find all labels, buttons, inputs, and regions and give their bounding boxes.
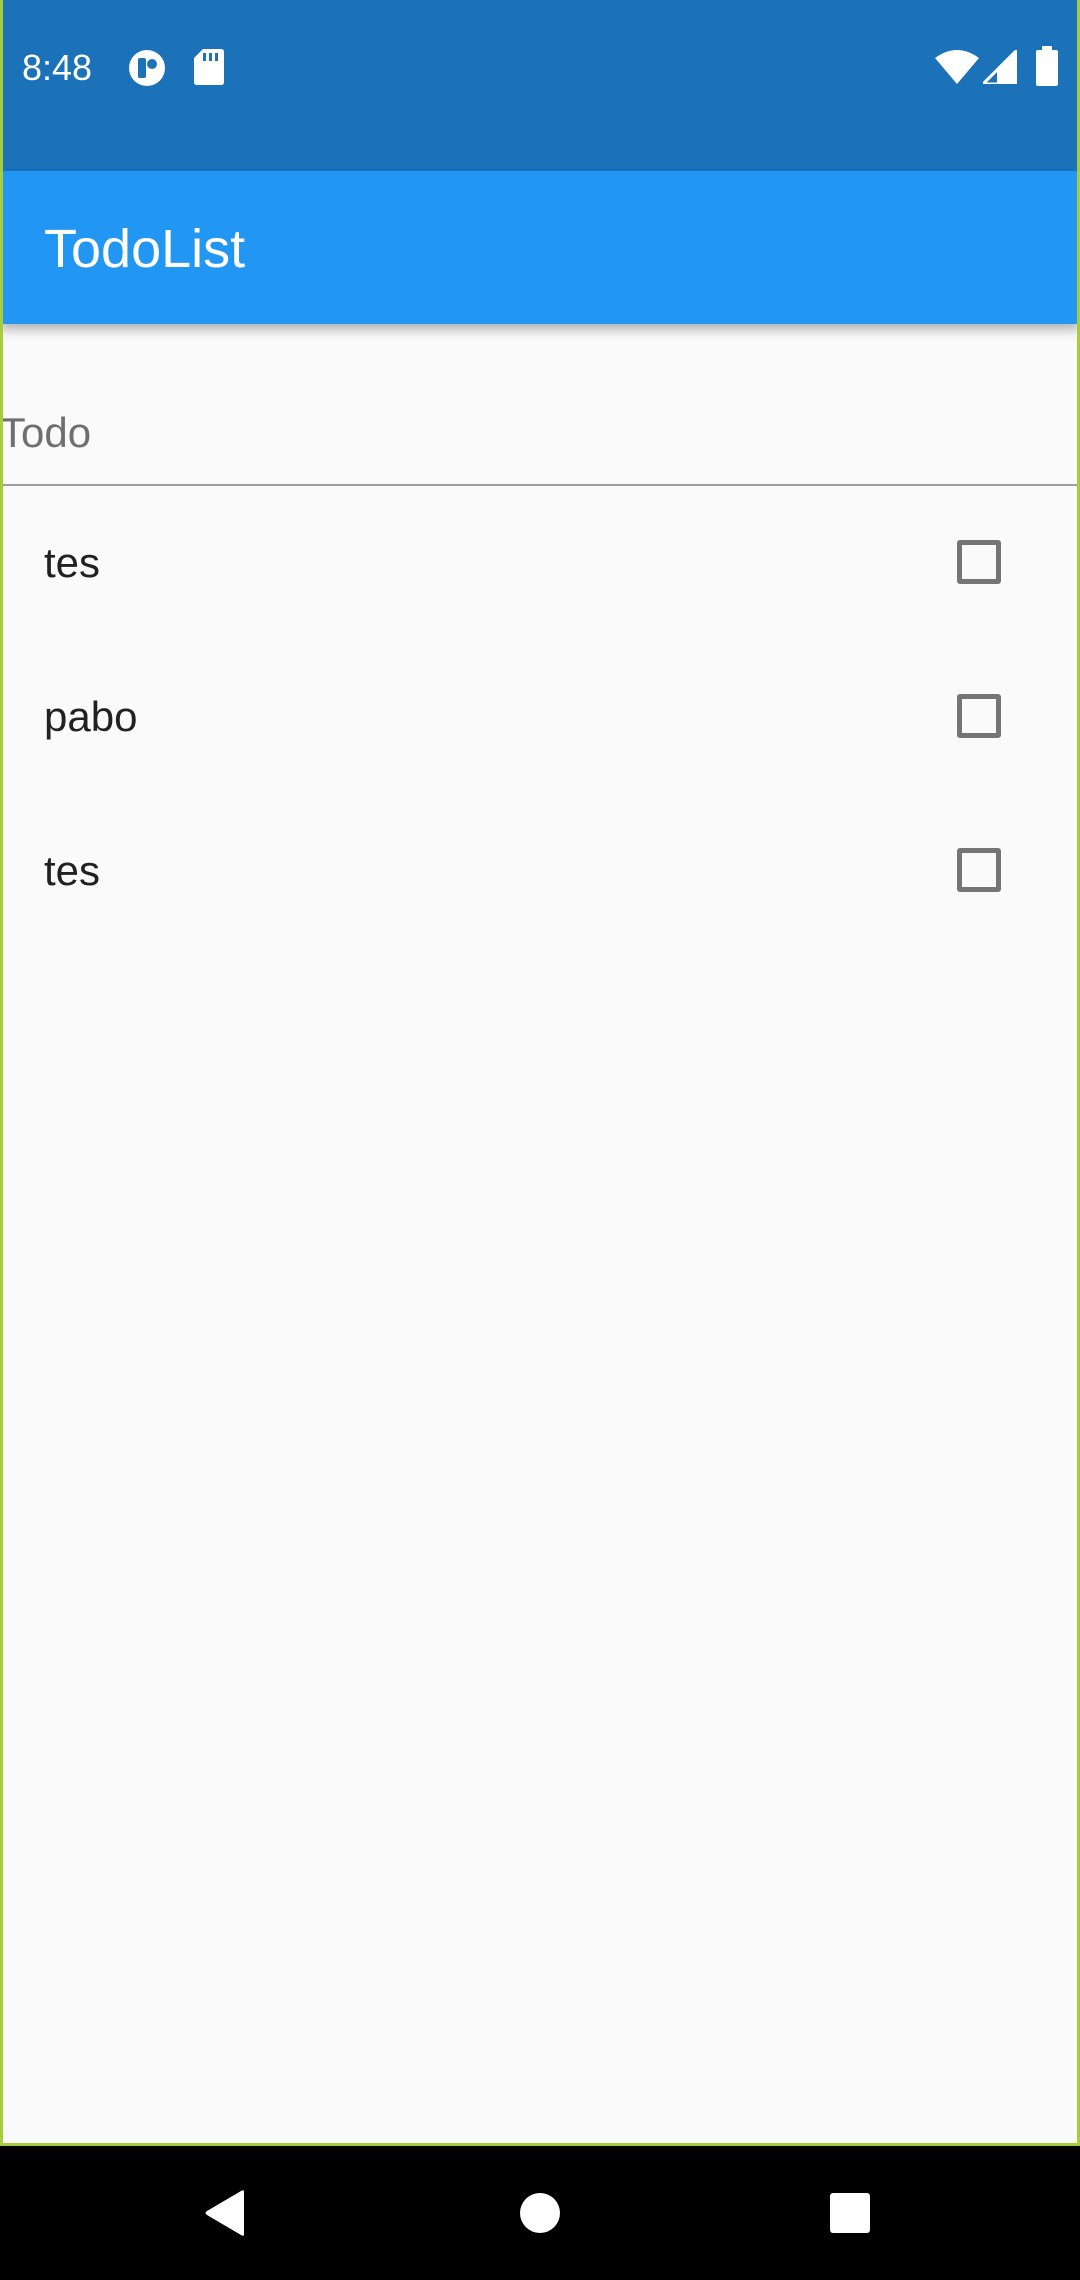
wifi-icon [935,50,979,84]
status-bar: 8:48 [0,0,1080,171]
list-item[interactable]: tes [0,488,1080,642]
sd-card-icon [194,49,224,85]
app-notification-icon [129,50,165,86]
list-item[interactable]: pabo [0,642,1080,796]
cell-signal-icon [983,50,1017,84]
back-icon [205,2190,244,2236]
navigation-bar [0,2146,1080,2280]
todo-list: tes pabo tes [0,488,1080,950]
home-button[interactable] [460,2146,620,2280]
list-item[interactable]: tes [0,796,1080,950]
todo-item-text: pabo [44,693,138,740]
todo-item-text: tes [44,539,101,586]
todo-input-container [0,324,1080,488]
app-bar: TodoList [0,171,1080,324]
back-button[interactable] [146,2146,306,2280]
todo-checkbox[interactable] [957,694,1001,738]
todo-item-text: tes [44,847,101,894]
home-icon [520,2193,560,2233]
screen: 8:48 TodoList Todo tes pabo tes [0,0,1080,2280]
battery-icon [1036,46,1058,86]
status-time: 8:48 [22,47,93,88]
todo-checkbox[interactable] [957,848,1001,892]
todo-input[interactable] [0,324,1080,486]
todo-checkbox[interactable] [957,540,1001,584]
recents-icon [830,2193,870,2233]
app-title: TodoList [44,219,246,279]
recents-button[interactable] [770,2146,930,2280]
